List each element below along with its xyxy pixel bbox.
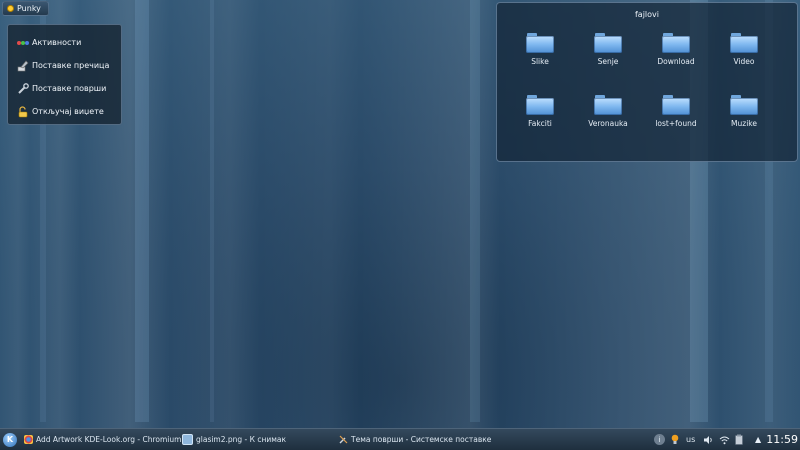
folder-item[interactable]: Slike	[510, 33, 570, 66]
activity-button[interactable]: Punky	[2, 1, 49, 16]
folder-view-title: fajlovi	[634, 10, 659, 19]
taskbar: K Add Artwork KDE-Look.org - Chromium gl…	[0, 428, 800, 450]
folder-item[interactable]: Senje	[578, 33, 638, 66]
toolbox-item-label: Откључај виџете	[32, 107, 104, 116]
folder-label: Download	[657, 57, 695, 66]
toolbox-item-shortcut-settings[interactable]: Поставке пречица	[8, 54, 121, 77]
clipboard-icon[interactable]	[734, 434, 744, 445]
toolbox-item-desktop-settings[interactable]: Поставке површи	[8, 77, 121, 100]
wallpaper-stripe	[210, 0, 214, 422]
toolbox-item-label: Поставке пречица	[32, 61, 110, 70]
folder-icon	[526, 95, 554, 115]
folder-item[interactable]: Muzike	[714, 95, 774, 128]
folder-item[interactable]: lost+found	[646, 95, 706, 128]
chromium-icon	[24, 435, 33, 444]
task-label: Add Artwork KDE-Look.org - Chromium	[36, 435, 182, 444]
activity-button-label: Punky	[17, 4, 41, 13]
task-image-viewer[interactable]: glasim2.png - К снимак	[182, 434, 286, 445]
desktop-settings-icon	[17, 82, 29, 95]
folder-icon	[594, 95, 622, 115]
folder-label: Fakciti	[528, 119, 552, 128]
folder-label: Slike	[531, 57, 549, 66]
clock[interactable]: 11:59	[766, 433, 798, 446]
activities-icon	[17, 37, 29, 49]
task-label: Тема површи - Системске поставке	[351, 435, 492, 444]
folder-icon	[730, 33, 758, 53]
keyboard-layout-indicator[interactable]: us	[686, 435, 695, 444]
unlock-widgets-icon	[17, 105, 29, 118]
image-icon	[182, 434, 193, 445]
bulb-icon[interactable]	[670, 434, 680, 445]
task-chromium[interactable]: Add Artwork KDE-Look.org - Chromium	[24, 435, 181, 444]
system-settings-icon	[339, 435, 348, 444]
info-icon[interactable]: i	[654, 434, 665, 445]
folder-icon	[730, 95, 758, 115]
toolbox-item-unlock-widgets[interactable]: Откључај виџете	[8, 100, 121, 123]
toolbox-item-label: Активности	[32, 38, 82, 47]
folder-icon	[594, 33, 622, 53]
toolbox-item-label: Поставке површи	[32, 84, 107, 93]
cashew-icon	[7, 5, 14, 12]
toolbox-item-activities[interactable]: Активности	[8, 31, 121, 54]
folder-item[interactable]: Video	[714, 33, 774, 66]
wallpaper-stripe	[135, 0, 149, 422]
wifi-icon[interactable]	[718, 435, 730, 445]
task-system-settings[interactable]: Тема површи - Системске поставке	[339, 435, 491, 444]
folder-item[interactable]: Download	[646, 33, 706, 66]
desktop-toolbox: Активности Поставке пречица Поставке пов…	[7, 24, 122, 125]
folder-label: Senje	[597, 57, 619, 66]
folder-item[interactable]: Fakciti	[510, 95, 570, 128]
folder-label: Veronauka	[588, 119, 628, 128]
folder-view-widget: fajlovi Slike Senje Download Video Fakci…	[496, 2, 798, 162]
folder-icon	[526, 33, 554, 53]
wallpaper-stripe	[470, 0, 480, 422]
folder-label: Video	[733, 57, 755, 66]
folder-label: Muzike	[731, 119, 757, 128]
expand-tray-icon[interactable]: ▲	[755, 435, 761, 444]
volume-icon[interactable]	[702, 435, 714, 445]
folder-label: lost+found	[655, 119, 697, 128]
kde-menu-icon[interactable]: K	[3, 432, 17, 447]
folder-item[interactable]: Veronauka	[578, 95, 638, 128]
shortcut-settings-icon	[17, 60, 29, 72]
task-label: glasim2.png - К снимак	[196, 435, 287, 444]
folder-icon	[662, 95, 690, 115]
folder-icon	[662, 33, 690, 53]
